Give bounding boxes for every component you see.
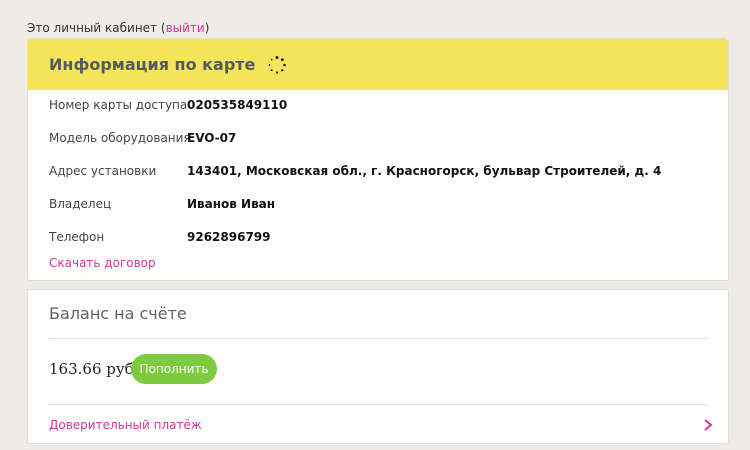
download-contract-link[interactable]: Скачать договор (49, 256, 156, 270)
balance-amount: 163.66 руб. (49, 360, 139, 378)
logout-link[interactable]: выйти (166, 21, 205, 35)
owner-label: Владелец (49, 197, 112, 211)
card-number-row: Номер карты доступа 020535849110 (49, 95, 287, 115)
owner-value: Иванов Иван (187, 197, 276, 211)
install-address-label: Адрес установки (49, 164, 157, 178)
card-info-header: Информация по карте (28, 39, 728, 90)
topup-button[interactable]: Пополнить (131, 354, 217, 384)
greeting-text: Это личный кабинет (27, 21, 158, 35)
card-info-panel: Информация по карте Номер карты доступа … (27, 38, 729, 281)
install-address-row: Адрес установки 143401, Московская обл.,… (49, 161, 661, 181)
chevron-right-icon[interactable] (701, 417, 715, 433)
card-number-value: 020535849110 (187, 98, 288, 112)
page: Это личный кабинет (выйти) Информация по… (0, 0, 750, 450)
greeting: Это личный кабинет (выйти) (27, 21, 209, 35)
equipment-model-value: EVO-07 (187, 131, 237, 145)
card-info-title: Информация по карте (49, 55, 256, 74)
phone-value: 9262896799 (187, 230, 271, 244)
balance-panel: Баланс на счёте 163.66 руб. Пополнить До… (27, 289, 729, 444)
phone-row: Телефон 9262896799 (49, 227, 271, 247)
owner-row: Владелец Иванов Иван (49, 194, 275, 214)
balance-divider-top (49, 338, 709, 339)
trust-payment-link[interactable]: Доверительный платёж (49, 418, 202, 432)
card-number-label: Номер карты доступа (49, 98, 188, 112)
spinner-icon (267, 55, 287, 75)
greeting-close-paren: ) (204, 21, 210, 35)
balance-title: Баланс на счёте (49, 304, 187, 323)
equipment-model-label: Модель оборудования (49, 131, 191, 145)
phone-label: Телефон (49, 230, 105, 244)
equipment-model-row: Модель оборудования EVO-07 (49, 128, 236, 148)
balance-divider-bottom (49, 404, 709, 405)
install-address-value: 143401, Московская обл., г. Красногорск,… (187, 164, 662, 178)
